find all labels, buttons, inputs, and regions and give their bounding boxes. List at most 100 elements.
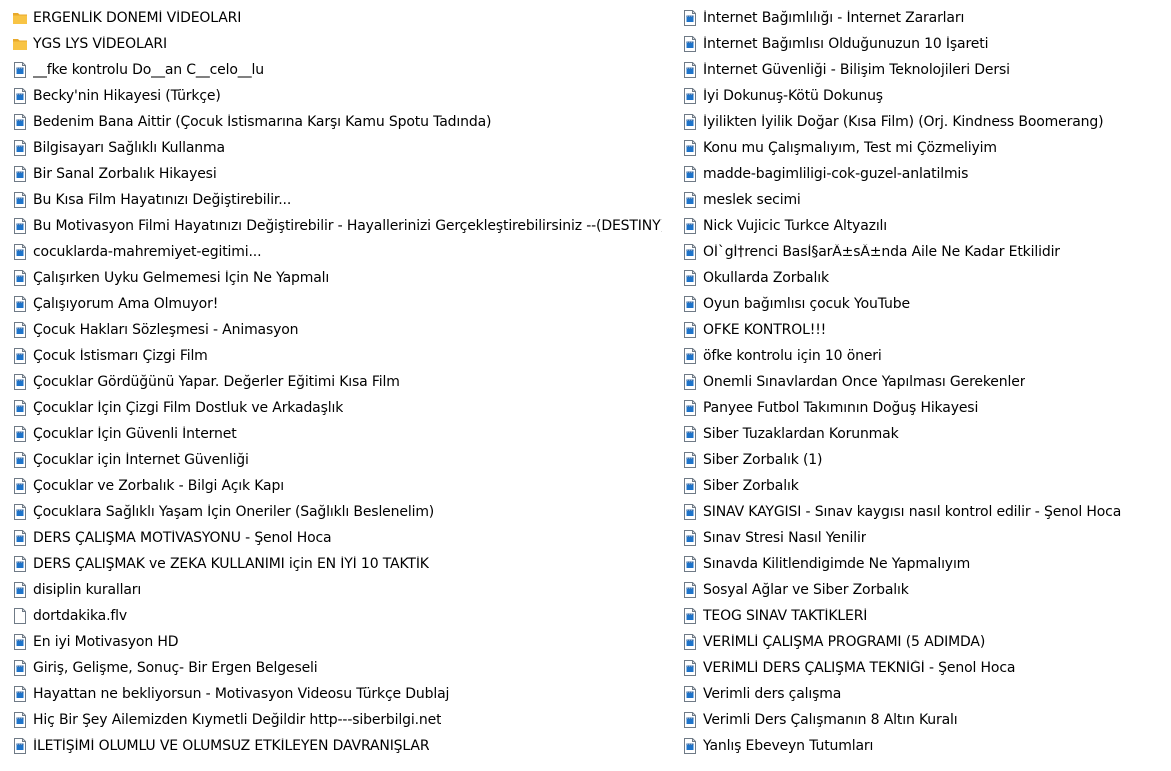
file-item[interactable]: Verimli ders çalışma xyxy=(682,681,1162,707)
video-file-icon xyxy=(682,113,698,131)
file-item[interactable]: Bu Kısa Film Hayatınızı Değiştirebilir..… xyxy=(12,187,662,213)
file-list-left-column: ERGENLİK DÖNEMİ VİDEOLARI YGS LYS VİDEOLA… xyxy=(12,5,662,759)
file-item[interactable]: Çocuklar İçin Güvenli İnternet xyxy=(12,421,662,447)
file-item[interactable]: VERİMLİ DERS ÇALIŞMA TEKNİĞİ - Şenol Hoc… xyxy=(682,655,1162,681)
file-name-label: Yanlış Ebeveyn Tutumları xyxy=(703,738,874,754)
file-item[interactable]: Çalışırken Uyku Gelmemesi İçin Ne Yapmal… xyxy=(12,265,662,291)
file-item[interactable]: Siber Tuzaklardan Korunmak xyxy=(682,421,1162,447)
file-item[interactable]: Bir Sanal Zorbalık Hikayesi xyxy=(12,161,662,187)
file-item[interactable]: Çocuklara Sağlıklı Yaşam İçin Öneriler (… xyxy=(12,499,662,525)
file-item[interactable]: Çocuklar için İnternet Güvenliği xyxy=(12,447,662,473)
file-name-label: __fke kontrolu Do__an C__celo__lu xyxy=(33,62,264,78)
file-item[interactable]: Hayattan ne bekliyorsun - Motivasyon Vid… xyxy=(12,681,662,707)
file-item[interactable]: Siber Zorbalık (1) xyxy=(682,447,1162,473)
file-item[interactable]: Nick Vujicic Turkce Altyazılı xyxy=(682,213,1162,239)
file-name-label: İnternet Bağımlılığı - İnternet Zararlar… xyxy=(703,10,965,26)
file-name-label: Bir Sanal Zorbalık Hikayesi xyxy=(33,166,217,182)
file-item[interactable]: Çocuk İstismarı Çizgi Film xyxy=(12,343,662,369)
video-file-icon xyxy=(12,451,28,469)
file-name-label: Sosyal Ağlar ve Siber Zorbalık xyxy=(703,582,909,598)
file-item[interactable]: Bedenim Bana Aittir (Çocuk İstismarına K… xyxy=(12,109,662,135)
video-file-icon xyxy=(682,425,698,443)
video-file-icon xyxy=(12,711,28,729)
video-file-icon xyxy=(682,35,698,53)
file-name-label: İyilikten İyilik Doğar (Kısa Film) (Orj.… xyxy=(703,114,1104,130)
video-file-icon xyxy=(12,529,28,547)
file-item[interactable]: DERS ÇALIŞMAK ve ZEKA KULLANIMI için EN … xyxy=(12,551,662,577)
file-item[interactable]: ÖFKE KONTROL!!! xyxy=(682,317,1162,343)
folder-item[interactable]: ERGENLİK DÖNEMİ VİDEOLARI xyxy=(12,5,662,31)
file-name-label: meslek secimi xyxy=(703,192,801,208)
video-file-icon xyxy=(682,61,698,79)
video-file-icon xyxy=(682,477,698,495)
file-item[interactable]: İLETİŞİMİ OLUMLU VE OLUMSUZ ETKİLEYEN DA… xyxy=(12,733,662,759)
folder-icon xyxy=(12,35,28,53)
file-item[interactable]: Hiç Bir Şey Ailemizden Kıymetli Değildir… xyxy=(12,707,662,733)
file-item[interactable]: Çalışıyorum Ama Olmuyor! xyxy=(12,291,662,317)
file-item[interactable]: cocuklarda-mahremiyet-egitimi... xyxy=(12,239,662,265)
file-item[interactable]: Bu Motivasyon Filmi Hayatınızı Değiştire… xyxy=(12,213,662,239)
file-item[interactable]: İnternet Bağımlılığı - İnternet Zararlar… xyxy=(682,5,1162,31)
file-item[interactable]: __fke kontrolu Do__an C__celo__lu xyxy=(12,57,662,83)
file-item[interactable]: madde-bagimliligi-cok-guzel-anlatilmis xyxy=(682,161,1162,187)
file-name-label: TEOG SINAV TAKTİKLERİ xyxy=(703,608,868,624)
file-name-label: İnternet Bağımlısı Olduğunuzun 10 İşaret… xyxy=(703,36,989,52)
file-item[interactable]: En iyi Motivasyon HD xyxy=(12,629,662,655)
file-item[interactable]: Sosyal Ağlar ve Siber Zorbalık xyxy=(682,577,1162,603)
video-file-icon xyxy=(12,347,28,365)
file-name-label: DERS ÇALIŞMA MOTİVASYONU - Şenol Hoca xyxy=(33,530,332,546)
file-name-label: Sınav Stresi Nasıl Yenilir xyxy=(703,530,867,546)
file-item[interactable]: Çocuklar ve Zorbalık - Bilgi Açık Kapı xyxy=(12,473,662,499)
file-item[interactable]: öfke kontrolu için 10 öneri xyxy=(682,343,1162,369)
file-item[interactable]: Sınavda Kilitlendigimde Ne Yapmalıyım xyxy=(682,551,1162,577)
file-item[interactable]: DERS ÇALIŞMA MOTİVASYONU - Şenol Hoca xyxy=(12,525,662,551)
file-name-label: Çocuklar Gördüğünü Yapar. Değerler Eğiti… xyxy=(33,374,400,390)
file-name-label: Panyee Futbol Takımının Doğuş Hikayesi xyxy=(703,400,979,416)
file-name-label: Bedenim Bana Aittir (Çocuk İstismarına K… xyxy=(33,114,492,130)
file-item[interactable]: Çocuklar İçin Çizgi Film Dostluk ve Arka… xyxy=(12,395,662,421)
file-item[interactable]: VERİMLİ ÇALIŞMA PROGRAMI (5 ADIMDA) xyxy=(682,629,1162,655)
file-item[interactable]: Becky'nin Hikayesi (Türkçe) xyxy=(12,83,662,109)
file-item[interactable]: meslek secimi xyxy=(682,187,1162,213)
file-item[interactable]: dortdakika.flv xyxy=(12,603,662,629)
video-file-icon xyxy=(682,529,698,547)
video-file-icon xyxy=(12,399,28,417)
file-item[interactable]: TEOG SINAV TAKTİKLERİ xyxy=(682,603,1162,629)
file-item[interactable]: SINAV KAYGISI - Sınav kaygısı nasıl kont… xyxy=(682,499,1162,525)
video-file-icon xyxy=(12,503,28,521)
file-item[interactable]: Yanlış Ebeveyn Tutumları xyxy=(682,733,1162,759)
video-file-icon xyxy=(682,269,698,287)
file-item[interactable]: Çocuk Hakları Sözleşmesi - Animasyon xyxy=(12,317,662,343)
file-item[interactable]: Konu mu Çalışmalıyım, Test mi Çözmeliyim xyxy=(682,135,1162,161)
video-file-icon xyxy=(12,373,28,391)
file-name-label: Çocuklar İçin Çizgi Film Dostluk ve Arka… xyxy=(33,400,344,416)
file-item[interactable]: disiplin kuralları xyxy=(12,577,662,603)
file-item[interactable]: İnternet Güvenliği - Bilişim Teknolojile… xyxy=(682,57,1162,83)
file-item[interactable]: Çocuklar Gördüğünü Yapar. Değerler Eğiti… xyxy=(12,369,662,395)
file-name-label: Çalışırken Uyku Gelmemesi İçin Ne Yapmal… xyxy=(33,270,330,286)
folder-item[interactable]: YGS LYS VİDEOLARI xyxy=(12,31,662,57)
file-name-label: öfke kontrolu için 10 öneri xyxy=(703,348,882,364)
file-item[interactable]: İyi Dokunuş-Kötü Dokunuş xyxy=(682,83,1162,109)
file-item[interactable]: Panyee Futbol Takımının Doğuş Hikayesi xyxy=(682,395,1162,421)
file-item[interactable]: Oİ`gİ†renci BasÌ§arÄ±sÄ±nda Aile Ne Kada… xyxy=(682,239,1162,265)
file-item[interactable]: Bilgisayarı Sağlıklı Kullanma xyxy=(12,135,662,161)
file-name-label: Bu Kısa Film Hayatınızı Değiştirebilir..… xyxy=(33,192,292,208)
file-item[interactable]: Sınav Stresi Nasıl Yenilir xyxy=(682,525,1162,551)
file-name-label: Verimli Ders Çalışmanın 8 Altın Kuralı xyxy=(703,712,958,728)
file-item[interactable]: Verimli Ders Çalışmanın 8 Altın Kuralı xyxy=(682,707,1162,733)
file-item[interactable]: İyilikten İyilik Doğar (Kısa Film) (Orj.… xyxy=(682,109,1162,135)
file-item[interactable]: İnternet Bağımlısı Olduğunuzun 10 İşaret… xyxy=(682,31,1162,57)
file-name-label: VERİMLİ ÇALIŞMA PROGRAMI (5 ADIMDA) xyxy=(703,634,986,650)
file-item[interactable]: Giriş, Gelişme, Sonuç- Bir Ergen Belgese… xyxy=(12,655,662,681)
video-file-icon xyxy=(682,685,698,703)
video-file-icon xyxy=(12,581,28,599)
file-name-label: madde-bagimliligi-cok-guzel-anlatilmis xyxy=(703,166,969,182)
file-item[interactable]: Önemli Sınavlardan Önce Yapılması Gereke… xyxy=(682,369,1162,395)
file-name-label: Önemli Sınavlardan Önce Yapılması Gereke… xyxy=(703,374,1026,390)
video-file-icon xyxy=(12,659,28,677)
file-item[interactable]: Okullarda Zorbalık xyxy=(682,265,1162,291)
file-item[interactable]: Siber Zorbalık xyxy=(682,473,1162,499)
video-file-icon xyxy=(12,737,28,755)
file-item[interactable]: Oyun bağımlısı çocuk YouTube xyxy=(682,291,1162,317)
